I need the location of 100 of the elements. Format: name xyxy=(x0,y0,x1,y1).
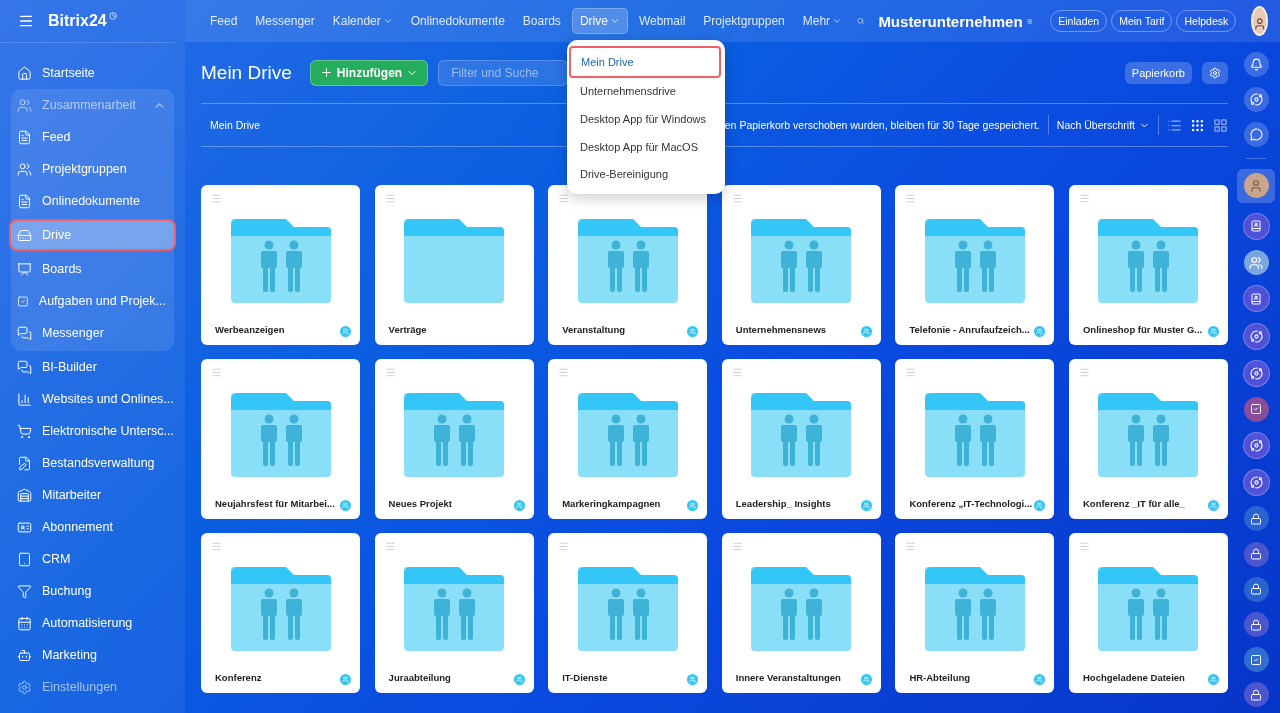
private-chat-button[interactable] xyxy=(1243,682,1269,708)
shared-folder-icon xyxy=(230,393,331,477)
folder-card[interactable]: Veranstaltung xyxy=(548,185,708,345)
nav-tab[interactable]: Projektgruppen xyxy=(696,9,792,33)
drag-handle-icon[interactable] xyxy=(905,193,917,204)
sidebar-item[interactable]: CRM xyxy=(0,543,185,575)
nav-tab[interactable]: Messenger xyxy=(248,9,322,33)
private-chat-button[interactable] xyxy=(1243,541,1269,567)
group-chat-avatar[interactable] xyxy=(1243,250,1269,276)
nav-tab[interactable]: Webmail xyxy=(631,9,693,33)
sidebar-item[interactable]: Marketing xyxy=(0,639,185,671)
drag-handle-icon[interactable] xyxy=(905,541,917,552)
sidebar-item[interactable]: Projektgruppen xyxy=(11,153,174,185)
copilot-button[interactable] xyxy=(1243,87,1269,113)
drag-handle-icon[interactable] xyxy=(211,541,222,552)
folder-card[interactable]: Konferenz „IT-Technologi... xyxy=(895,359,1055,519)
folder-card[interactable]: Unternehmensnews xyxy=(721,185,881,345)
private-chat-button[interactable] xyxy=(1243,576,1269,602)
folder-card[interactable]: Hochgeladene Dateien xyxy=(1068,533,1228,693)
settings-item[interactable]: Einstellungen xyxy=(0,671,185,703)
settings-button[interactable] xyxy=(1202,61,1228,84)
contact-book-button[interactable] xyxy=(1242,285,1270,313)
grid-view-icon[interactable] xyxy=(1190,117,1205,133)
breadcrumb[interactable]: Mein Drive xyxy=(210,119,261,131)
folder-card[interactable]: Telefonie - Anrufaufzeich... xyxy=(895,185,1055,345)
sidebar-item[interactable]: BI-Builder xyxy=(0,351,185,383)
sidebar-item[interactable]: Messenger xyxy=(11,317,174,349)
folder-card[interactable]: HR-Abteilung xyxy=(895,533,1055,693)
add-button[interactable]: Hinzufügen xyxy=(309,59,429,86)
nav-tab[interactable]: Feed xyxy=(203,9,245,33)
trash-button[interactable]: Papierkorb xyxy=(1124,61,1192,84)
nav-tab[interactable]: Mehr xyxy=(795,9,850,33)
drag-handle-icon[interactable] xyxy=(1078,541,1090,552)
folder-card[interactable]: Juraabteilung xyxy=(374,533,534,693)
nav-tab[interactable]: Kalender xyxy=(325,9,400,33)
sidebar-item[interactable]: Boards xyxy=(11,253,174,285)
task-chat-button[interactable] xyxy=(1243,647,1269,673)
tile-view-icon[interactable] xyxy=(1213,117,1228,133)
sidebar-item[interactable]: Websites und Onlines... xyxy=(0,383,185,415)
drag-handle-icon[interactable] xyxy=(384,193,396,204)
sidebar-item[interactable]: Onlinedokumente xyxy=(11,185,174,217)
sidebar-item[interactable]: Bestandsverwaltung xyxy=(0,447,185,479)
sidebar-item[interactable]: Elektronische Untersc... xyxy=(0,415,185,447)
menu-item[interactable]: Unternehmensdrive xyxy=(567,77,725,106)
drag-handle-icon[interactable] xyxy=(731,193,743,204)
nav-tab[interactable]: Drive xyxy=(571,8,628,34)
notifications-button[interactable] xyxy=(1243,52,1269,77)
private-chat-button[interactable] xyxy=(1243,612,1269,637)
copilot-button[interactable] xyxy=(1242,432,1270,460)
menu-item[interactable]: Mein Drive xyxy=(569,46,721,78)
chat-icon xyxy=(1249,128,1263,142)
sidebar-item[interactable]: Automatisierung xyxy=(0,607,185,639)
drag-handle-icon[interactable] xyxy=(731,367,743,378)
sidebar-item[interactable]: Aufgaben und Projek... xyxy=(11,285,174,317)
folder-card[interactable]: Onlineshop für Muster G... xyxy=(1068,185,1228,345)
folder-card[interactable]: Verträge xyxy=(374,185,534,345)
folder-card[interactable]: Neujahrsfest für Mitarbei... xyxy=(201,359,360,519)
user-avatar[interactable] xyxy=(1243,173,1269,199)
user-avatar[interactable] xyxy=(1250,6,1268,36)
private-chat-button[interactable] xyxy=(1243,506,1269,532)
drag-handle-icon[interactable] xyxy=(905,367,917,378)
folder-card[interactable]: Konferenz xyxy=(201,533,360,693)
drag-handle-icon[interactable] xyxy=(1078,367,1090,378)
copilot-button[interactable] xyxy=(1242,322,1270,350)
nav-tab[interactable]: Boards xyxy=(515,9,568,33)
menu-item[interactable]: Desktop App für Windows xyxy=(567,105,725,133)
chat-button[interactable] xyxy=(1243,122,1269,148)
drag-handle-icon[interactable] xyxy=(211,367,222,378)
folder-card[interactable]: Markeringkampagnen xyxy=(548,359,708,519)
folder-card[interactable]: Innere Veranstaltungen xyxy=(721,533,881,693)
drag-handle-icon[interactable] xyxy=(384,541,396,552)
sidebar-item[interactable]: Buchung xyxy=(0,575,185,607)
task-chat-button[interactable] xyxy=(1243,396,1269,422)
sidebar-item[interactable]: Startseite xyxy=(0,57,185,89)
drag-handle-icon[interactable] xyxy=(558,541,570,552)
sidebar-item[interactable]: Mitarbeiter xyxy=(0,479,185,511)
drag-handle-icon[interactable] xyxy=(558,193,570,204)
menu-icon[interactable] xyxy=(18,13,34,29)
drag-handle-icon[interactable] xyxy=(731,541,743,552)
folder-card[interactable]: Konferenz _IT für alle_ xyxy=(1068,359,1228,519)
drag-handle-icon[interactable] xyxy=(384,367,396,378)
checkbox-icon xyxy=(1250,653,1262,666)
copilot-button[interactable] xyxy=(1242,469,1270,497)
folder-card[interactable]: Neues Projekt xyxy=(374,359,534,519)
contact-book-button[interactable] xyxy=(1242,212,1270,240)
copilot-button[interactable] xyxy=(1242,359,1270,387)
folder-card[interactable]: IT-Dienste xyxy=(548,533,708,693)
folder-card[interactable]: Leadership_ Insights xyxy=(721,359,881,519)
sidebar-item[interactable]: Feed xyxy=(11,121,174,153)
menu-item[interactable]: Desktop App für MacOS xyxy=(567,132,725,161)
drag-handle-icon[interactable] xyxy=(1078,193,1090,204)
folder-card[interactable]: Werbeanzeigen xyxy=(201,185,360,345)
sort-dropdown[interactable]: Nach Überschrift xyxy=(1056,119,1150,131)
page-title: Mein Drive xyxy=(201,61,292,84)
sidebar-item[interactable]: Abonnement xyxy=(0,511,185,543)
drag-handle-icon[interactable] xyxy=(211,193,222,204)
nav-tab[interactable]: Onlinedokumente xyxy=(403,9,512,33)
menu-item[interactable]: Drive-Bereinigung xyxy=(567,160,725,188)
list-view-icon[interactable] xyxy=(1167,117,1182,133)
drag-handle-icon[interactable] xyxy=(558,367,570,378)
